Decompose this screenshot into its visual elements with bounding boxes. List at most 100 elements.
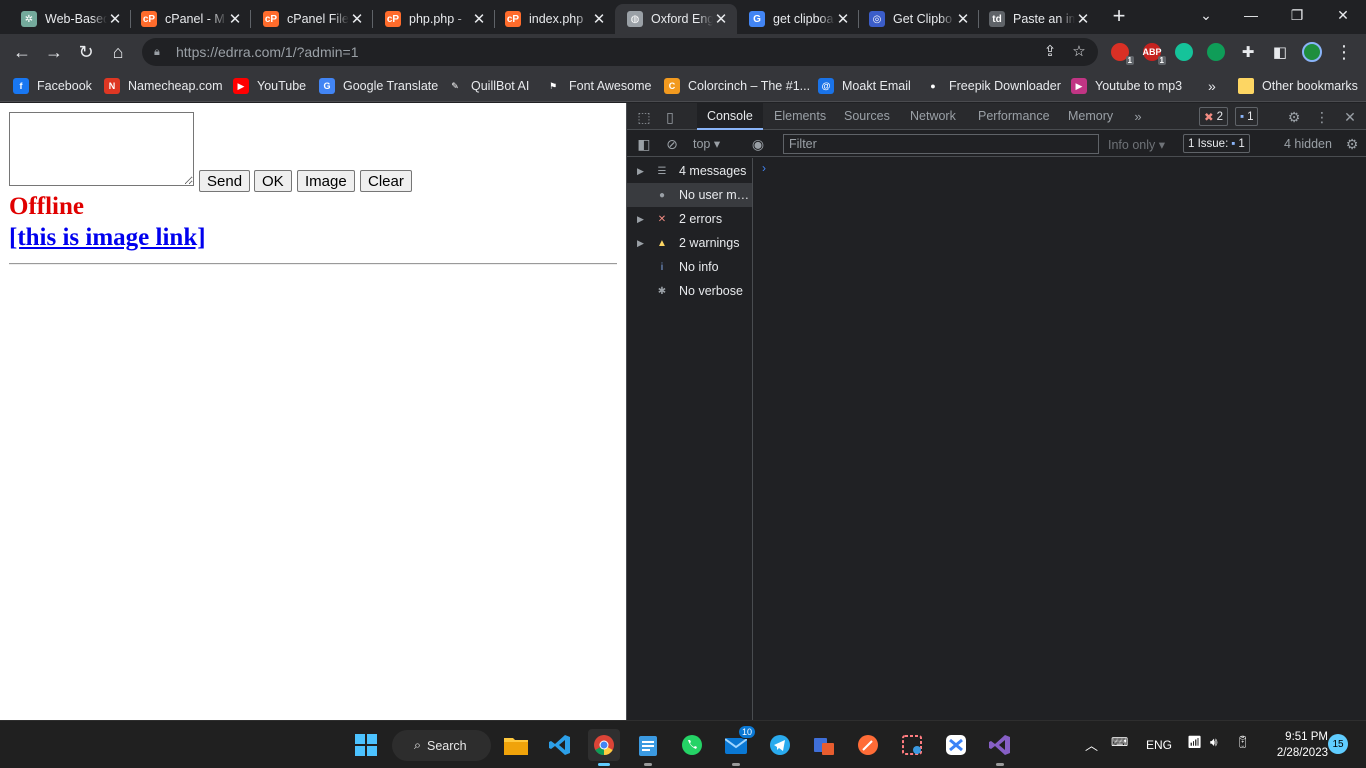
- browser-tab[interactable]: Gget clipboa ✕: [737, 4, 859, 34]
- adblock-icon[interactable]: 1: [1111, 43, 1134, 65]
- taskbar-search[interactable]: ⌕ Search: [392, 730, 491, 761]
- expand-arrow-icon[interactable]: ▶: [637, 166, 651, 177]
- ok-button[interactable]: OK: [254, 170, 292, 192]
- browser-tab[interactable]: ✲ Web-Based ✕: [9, 4, 131, 34]
- devtools-tab-sources[interactable]: Sources: [834, 103, 900, 130]
- snipping-tool-icon[interactable]: [896, 729, 928, 761]
- tab-close-icon[interactable]: ✕: [227, 10, 243, 28]
- settings-gear-icon[interactable]: ⚙: [1285, 108, 1303, 126]
- tab-search-icon[interactable]: ⌄: [1183, 0, 1229, 30]
- issues-button[interactable]: 1 Issue: ▪ 1: [1183, 134, 1250, 153]
- profile-avatar[interactable]: [1299, 39, 1325, 65]
- file-explorer-icon[interactable]: [500, 729, 532, 761]
- log-level-dropdown[interactable]: Info only ▾: [1108, 137, 1165, 152]
- visual-studio-icon[interactable]: [984, 729, 1016, 766]
- address-bar[interactable]: 🔒︎ https://edrra.com/1/?admin=1 ⇪ ☆: [142, 38, 1098, 66]
- device-toolbar-icon[interactable]: ▯: [661, 108, 679, 126]
- console-filter-error[interactable]: ▶ ✕ 2 errors: [627, 207, 752, 231]
- context-selector[interactable]: top ▾: [693, 136, 720, 151]
- tab-close-icon[interactable]: ✕: [107, 10, 123, 28]
- chrome-icon[interactable]: [588, 729, 620, 766]
- devices-app-icon[interactable]: [808, 729, 840, 761]
- devtools-menu-icon[interactable]: ⋮: [1313, 108, 1331, 126]
- menu-icon[interactable]: ⋮: [1331, 39, 1357, 65]
- sidebar-toggle-icon[interactable]: ◧: [635, 135, 653, 153]
- grammarly-icon[interactable]: [1175, 43, 1193, 61]
- new-tab-button[interactable]: +: [1108, 5, 1130, 27]
- share-icon[interactable]: ⇪: [1040, 42, 1060, 62]
- bookmark-item[interactable]: ⚑ Font Awesome: [545, 76, 651, 96]
- clear-button[interactable]: Clear: [360, 170, 412, 192]
- console-prompt[interactable]: ›: [762, 161, 766, 175]
- console-filter-warning[interactable]: ▶ ▲ 2 warnings: [627, 231, 752, 255]
- console-filter-bug[interactable]: ✱ No verbose: [627, 279, 752, 303]
- tab-close-icon[interactable]: ✕: [713, 10, 729, 28]
- live-expression-eye-icon[interactable]: ◉: [749, 135, 767, 153]
- restore-button[interactable]: ❐: [1274, 0, 1320, 30]
- whatsapp-icon[interactable]: [676, 729, 708, 761]
- bookmark-item[interactable]: C Colorcinch – The #1...: [664, 76, 810, 96]
- message-textarea[interactable]: [9, 112, 194, 186]
- bookmarks-more-icon[interactable]: »: [1208, 76, 1216, 96]
- bookmark-item[interactable]: ● Freepik Downloader: [925, 76, 1061, 96]
- telegram-icon[interactable]: [764, 729, 796, 761]
- browser-tab[interactable]: cP php.php - ✕: [373, 4, 495, 34]
- other-bookmarks-folder[interactable]: Other bookmarks: [1238, 76, 1358, 96]
- browser-tab[interactable]: cP cPanel - M ✕: [129, 4, 251, 34]
- console-settings-icon[interactable]: ⚙: [1343, 135, 1361, 153]
- send-button[interactable]: Send: [199, 170, 251, 192]
- close-devtools-icon[interactable]: ✕: [1341, 108, 1359, 126]
- issue-counter[interactable]: ▪ 1: [1235, 107, 1259, 126]
- bookmark-item[interactable]: N Namecheap.com: [104, 76, 223, 96]
- minimize-button[interactable]: —: [1228, 0, 1274, 30]
- browser-tab[interactable]: ◎ Get Clipbo ✕: [857, 4, 979, 34]
- devtools-tab-memory[interactable]: Memory: [1058, 103, 1123, 130]
- tab-close-icon[interactable]: ✕: [835, 10, 851, 28]
- play-icon[interactable]: [1207, 43, 1225, 61]
- browser-tab[interactable]: cP cPanel File ✕: [251, 4, 373, 34]
- volume-icon[interactable]: 🔊︎: [1210, 735, 1218, 750]
- console-filter-list[interactable]: ▶ ☰ 4 messages: [627, 159, 752, 183]
- tab-close-icon[interactable]: ✕: [1075, 10, 1091, 28]
- xampp-icon[interactable]: [940, 729, 972, 761]
- browser-tab[interactable]: ◍ Oxford Eng ✕: [615, 4, 737, 34]
- tab-close-icon[interactable]: ✕: [591, 10, 607, 28]
- lock-icon[interactable]: 🔒︎: [154, 46, 166, 58]
- clear-console-icon[interactable]: ⊘: [663, 135, 681, 153]
- home-icon[interactable]: ⌂: [105, 39, 131, 65]
- language-indicator[interactable]: ENG: [1146, 738, 1172, 752]
- devtools-tab-network[interactable]: Network: [900, 103, 966, 130]
- devtools-tab-elements[interactable]: Elements: [764, 103, 836, 130]
- close-window-button[interactable]: ✕: [1320, 0, 1366, 30]
- forward-icon[interactable]: →: [41, 39, 67, 65]
- browser-tab[interactable]: cP index.php ✕: [493, 4, 615, 34]
- inspect-element-icon[interactable]: ⬚: [635, 108, 653, 126]
- expand-arrow-icon[interactable]: ▶: [637, 238, 651, 249]
- error-counter[interactable]: ✖ 2: [1199, 107, 1229, 126]
- console-filter-input[interactable]: Filter: [783, 134, 1099, 154]
- bookmark-star-icon[interactable]: ☆: [1069, 42, 1089, 62]
- mail-icon[interactable]: 10: [720, 725, 756, 766]
- tab-close-icon[interactable]: ✕: [955, 10, 971, 28]
- side-panel-icon[interactable]: ◧: [1267, 39, 1293, 65]
- notification-center-badge[interactable]: 15: [1328, 734, 1348, 754]
- clock[interactable]: 9:51 PM 2/28/2023: [1262, 729, 1328, 761]
- bookmark-item[interactable]: ▶ Youtube to mp3: [1071, 76, 1182, 96]
- console-filter-info[interactable]: i No info: [627, 255, 752, 279]
- bookmark-item[interactable]: G Google Translate: [319, 76, 438, 96]
- reload-icon[interactable]: ↻: [73, 39, 99, 65]
- image-link[interactable]: [this is image link]: [9, 224, 206, 252]
- postman-icon[interactable]: [852, 729, 884, 761]
- tab-close-icon[interactable]: ✕: [471, 10, 487, 28]
- vscode-icon[interactable]: [544, 729, 576, 761]
- more-tabs-icon[interactable]: »: [1129, 108, 1147, 126]
- extensions-puzzle-icon[interactable]: ✚: [1235, 39, 1261, 65]
- bookmark-item[interactable]: ▶ YouTube: [233, 76, 306, 96]
- tray-overflow-icon[interactable]: ︿: [1085, 735, 1098, 754]
- image-button[interactable]: Image: [297, 170, 355, 192]
- bookmark-item[interactable]: @ Moakt Email: [818, 76, 911, 96]
- back-icon[interactable]: ←: [9, 39, 35, 65]
- console-filter-user[interactable]: ● No user me...: [627, 183, 752, 207]
- keyboard-icon[interactable]: ⌨: [1111, 735, 1128, 749]
- bookmark-item[interactable]: ✎ QuillBot AI: [447, 76, 529, 96]
